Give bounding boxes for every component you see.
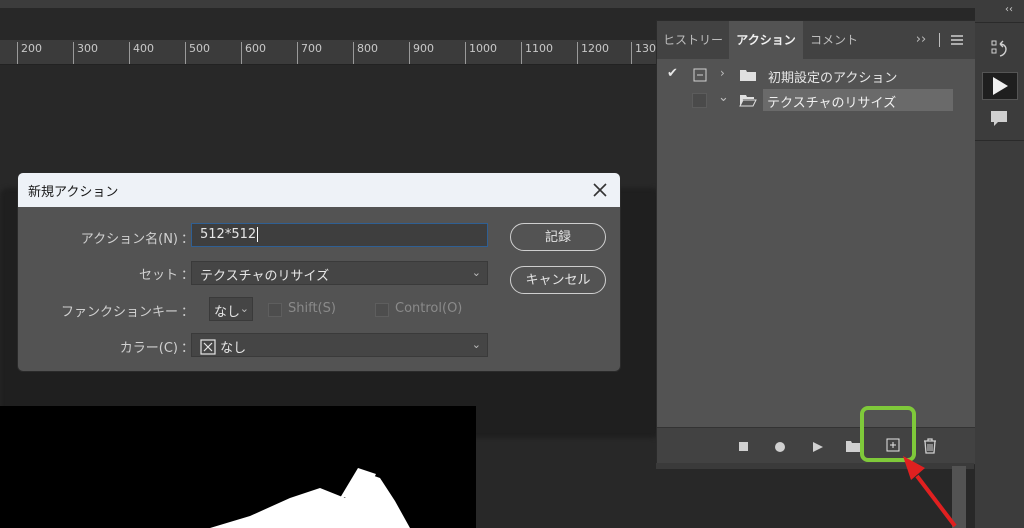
play-icon	[993, 77, 1008, 95]
artwork-shape	[210, 468, 410, 528]
action-set-label: テクスチャのリサイズ	[767, 96, 897, 111]
horizontal-ruler: 200 300 400 500 600 700 800 900 1000 110…	[0, 40, 660, 65]
divider	[939, 33, 940, 47]
action-set-label: 初期設定のアクション	[768, 71, 898, 86]
action-set-row[interactable]: ✔ › 初期設定のアクション	[657, 63, 975, 87]
shift-checkbox[interactable]	[268, 303, 282, 317]
color-label: カラー(C)	[119, 341, 178, 356]
actions-panel-button[interactable]	[982, 72, 1018, 100]
action-name-value: 512*512	[200, 227, 257, 242]
comment-icon[interactable]	[982, 106, 1016, 132]
ruler-tick: 800	[353, 42, 378, 64]
action-set-row[interactable]: ⌄ テクスチャのリサイズ	[657, 88, 975, 112]
ruler-tick: 1200	[577, 42, 609, 64]
panel-menu-icon[interactable]	[951, 34, 963, 46]
ruler-tick: 400	[129, 42, 154, 64]
tab-comments[interactable]: コメント	[803, 21, 865, 59]
color-value: なし	[220, 341, 247, 356]
no-color-icon	[200, 339, 216, 355]
chevron-down-icon: ⌄	[471, 266, 481, 279]
panel-tab-bar: ヒストリー アクション コメント ››	[657, 21, 975, 59]
actions-panel: ヒストリー アクション コメント ›› ✔ › 初期設定のアクション ⌄ テクス…	[656, 20, 976, 465]
ruler-tick: 900	[409, 42, 434, 64]
record-icon[interactable]	[774, 441, 786, 453]
collapse-icon[interactable]: ‹‹	[1005, 4, 1013, 15]
shift-label: Shift(S)	[288, 301, 336, 316]
chevron-down-icon: ⌄	[471, 338, 481, 351]
ruler-tick: 700	[297, 42, 322, 64]
document-artboard[interactable]	[0, 406, 476, 528]
ruler-tick: 200	[17, 42, 42, 64]
right-toolbar: ‹‹	[975, 0, 1024, 528]
function-key-label: ファンクションキー	[60, 305, 178, 320]
colon: ：	[181, 305, 195, 320]
dialog-toggle-empty[interactable]	[692, 93, 707, 108]
control-label: Control(O)	[395, 301, 463, 316]
chevron-down-icon[interactable]: ⌄	[718, 90, 729, 105]
function-key-select[interactable]: なし ⌄	[209, 297, 253, 321]
record-button[interactable]: 記録	[510, 223, 606, 251]
more-tabs-icon[interactable]: ››	[907, 21, 935, 59]
ruler-tick: 300	[73, 42, 98, 64]
divider	[975, 140, 1024, 141]
chevron-down-icon: ⌄	[239, 302, 249, 315]
text-cursor	[257, 227, 259, 242]
function-key-value: なし	[214, 305, 241, 320]
play-icon[interactable]	[812, 441, 824, 453]
chevron-right-icon[interactable]: ›	[720, 66, 725, 80]
stop-icon[interactable]	[739, 442, 749, 452]
ruler-tick: 1000	[465, 42, 497, 64]
tab-history[interactable]: ヒストリー	[657, 21, 729, 59]
divider	[975, 22, 1024, 23]
red-arrow-annotation	[903, 456, 957, 528]
history-icon[interactable]	[982, 36, 1016, 62]
tab-actions[interactable]: アクション	[729, 21, 803, 59]
check-icon[interactable]: ✔	[667, 66, 678, 81]
close-icon[interactable]	[588, 178, 612, 202]
set-value: テクスチャのリサイズ	[200, 269, 330, 284]
new-set-folder-icon[interactable]	[845, 439, 861, 453]
top-bar	[0, 0, 1024, 8]
folder-icon	[740, 70, 756, 81]
cancel-button[interactable]: キャンセル	[510, 266, 606, 294]
dialog-titlebar: 新規アクション	[18, 173, 620, 207]
new-action-dialog: 新規アクション アクション名(N) ： 512*512 セット ： テクスチャの…	[17, 172, 621, 372]
action-name-input[interactable]: 512*512	[191, 223, 488, 247]
set-label: セット	[138, 268, 178, 283]
set-select[interactable]: テクスチャのリサイズ ⌄	[191, 261, 488, 285]
dialog-toggle-icon[interactable]	[693, 68, 707, 82]
action-name-label: アクション名(N)	[80, 232, 178, 247]
color-select[interactable]: なし ⌄	[191, 333, 488, 357]
open-folder-icon	[739, 95, 757, 107]
ruler-tick: 600	[241, 42, 266, 64]
ruler-tick: 500	[185, 42, 210, 64]
ruler-tick: 1100	[521, 42, 553, 64]
control-checkbox[interactable]	[375, 303, 389, 317]
dialog-title: 新規アクション	[28, 185, 119, 200]
